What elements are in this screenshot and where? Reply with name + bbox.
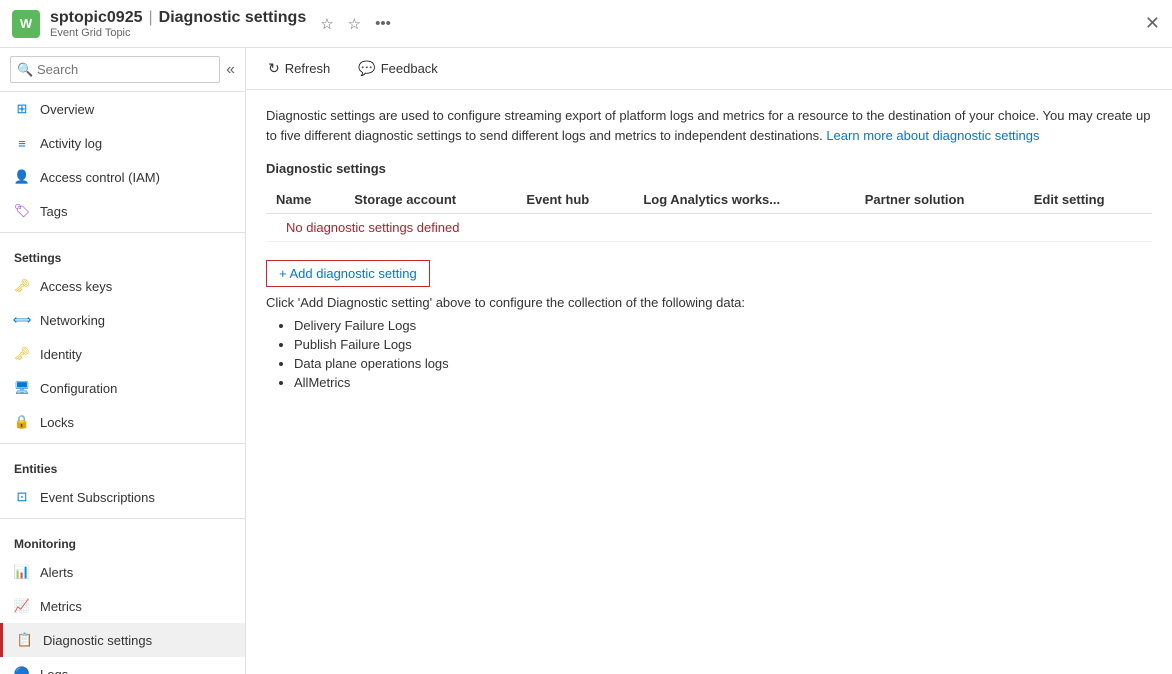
sidebar-label-event-subscriptions: Event Subscriptions: [40, 490, 155, 505]
sidebar-item-activity-log[interactable]: ≡ Activity log: [0, 126, 245, 160]
sidebar-label-alerts: Alerts: [40, 565, 73, 580]
sidebar-item-networking[interactable]: ⟺ Networking: [0, 303, 245, 337]
sidebar-label-configuration: Configuration: [40, 381, 117, 396]
event-subscriptions-icon: ⊡: [14, 489, 30, 505]
feedback-button[interactable]: 💬 Feedback: [352, 56, 444, 81]
divider-monitoring: [0, 518, 245, 519]
resource-icon-text: W: [20, 16, 32, 31]
more-options-icon[interactable]: •••: [371, 13, 395, 34]
sidebar-label-tags: Tags: [40, 204, 67, 219]
divider-entities: [0, 443, 245, 444]
tags-icon: 🏷: [14, 203, 30, 219]
metrics-icon: 📈: [14, 598, 30, 614]
feedback-icon: 💬: [358, 60, 375, 77]
sidebar-label-activity-log: Activity log: [40, 136, 102, 151]
sidebar-label-networking: Networking: [40, 313, 105, 328]
sidebar-item-metrics[interactable]: 📈 Metrics: [0, 589, 245, 623]
sidebar-item-tags[interactable]: 🏷 Tags: [0, 194, 245, 228]
favorite-icon[interactable]: ☆: [316, 13, 337, 35]
locks-icon: 🔒: [14, 414, 30, 430]
diagnostic-settings-section-title: Diagnostic settings: [266, 161, 1152, 176]
sidebar-item-locks[interactable]: 🔒 Locks: [0, 405, 245, 439]
search-icon: 🔍: [17, 62, 33, 78]
add-diagnostic-setting-label: + Add diagnostic setting: [279, 266, 417, 281]
toolbar: ↻ Refresh 💬 Feedback: [246, 48, 1172, 90]
list-item-data-plane: Data plane operations logs: [294, 356, 1152, 371]
sidebar-item-iam[interactable]: 👤 Access control (IAM): [0, 160, 245, 194]
sidebar-label-logs: Logs: [40, 667, 68, 674]
list-item-publish: Publish Failure Logs: [294, 337, 1152, 352]
activity-log-icon: ≡: [14, 135, 30, 151]
info-description: Diagnostic settings are used to configur…: [266, 106, 1152, 145]
sidebar: 🔍 « ⊞ Overview ≡ Activity log 👤 Access c…: [0, 48, 246, 674]
sidebar-item-alerts[interactable]: 📊 Alerts: [0, 555, 245, 589]
main-layout: 🔍 « ⊞ Overview ≡ Activity log 👤 Access c…: [0, 48, 1172, 674]
list-item-delivery: Delivery Failure Logs: [294, 318, 1152, 333]
configuration-icon: 🖥: [14, 380, 30, 396]
sidebar-collapse-button[interactable]: «: [226, 61, 235, 79]
sidebar-item-identity[interactable]: 🗝 Identity: [0, 337, 245, 371]
col-name: Name: [266, 186, 344, 214]
col-storage: Storage account: [344, 186, 516, 214]
iam-icon: 👤: [14, 169, 30, 185]
no-settings-text: No diagnostic settings defined: [276, 212, 469, 243]
col-partner: Partner solution: [855, 186, 1024, 214]
refresh-button[interactable]: ↻ Refresh: [262, 56, 336, 81]
sidebar-item-access-keys[interactable]: 🗝 Access keys: [0, 269, 245, 303]
sidebar-item-configuration[interactable]: 🖥 Configuration: [0, 371, 245, 405]
entities-section-label: Entities: [0, 448, 245, 480]
sidebar-label-metrics: Metrics: [40, 599, 82, 614]
content-panel: ↻ Refresh 💬 Feedback Diagnostic settings…: [246, 48, 1172, 674]
sidebar-item-overview[interactable]: ⊞ Overview: [0, 92, 245, 126]
title-group: sptopic0925 | Diagnostic settings Event …: [50, 9, 306, 39]
learn-more-link[interactable]: Learn more about diagnostic settings: [826, 128, 1039, 143]
sidebar-label-identity: Identity: [40, 347, 82, 362]
no-settings-row: No diagnostic settings defined: [266, 214, 1152, 242]
search-input[interactable]: [10, 56, 220, 83]
resource-icon: W: [12, 10, 40, 38]
identity-icon: 🗝: [14, 346, 30, 362]
resource-name: sptopic0925: [50, 9, 142, 27]
networking-icon: ⟺: [14, 312, 30, 328]
logs-icon: 🔵: [14, 666, 30, 674]
diagnostic-settings-icon: 📋: [17, 632, 33, 648]
sidebar-label-overview: Overview: [40, 102, 94, 117]
search-wrap: 🔍: [10, 56, 220, 83]
refresh-label: Refresh: [285, 61, 331, 76]
alerts-icon: 📊: [14, 564, 30, 580]
sidebar-label-access-keys: Access keys: [40, 279, 112, 294]
collection-list: Delivery Failure Logs Publish Failure Lo…: [266, 318, 1152, 390]
sidebar-label-diagnostic-settings: Diagnostic settings: [43, 633, 152, 648]
col-edit: Edit setting: [1024, 186, 1152, 214]
title-separator: |: [148, 9, 152, 27]
content-body: Diagnostic settings are used to configur…: [246, 90, 1172, 674]
overview-icon: ⊞: [14, 101, 30, 117]
divider-settings: [0, 232, 245, 233]
sidebar-item-diagnostic-settings[interactable]: 📋 Diagnostic settings: [0, 623, 245, 657]
close-button[interactable]: ✕: [1145, 13, 1160, 34]
settings-section-label: Settings: [0, 237, 245, 269]
monitoring-section-label: Monitoring: [0, 523, 245, 555]
access-keys-icon: 🗝: [14, 278, 30, 294]
sidebar-label-locks: Locks: [40, 415, 74, 430]
diagnostic-settings-table: Name Storage account Event hub Log Analy…: [266, 186, 1152, 242]
resource-type: Event Grid Topic: [50, 27, 306, 39]
title-actions: ☆ ☆ •••: [316, 13, 395, 35]
feedback-label: Feedback: [381, 61, 438, 76]
col-event-hub: Event hub: [516, 186, 633, 214]
page-title: Diagnostic settings: [159, 9, 307, 27]
sidebar-label-iam: Access control (IAM): [40, 170, 160, 185]
list-item-allmetrics: AllMetrics: [294, 375, 1152, 390]
sidebar-item-logs[interactable]: 🔵 Logs: [0, 657, 245, 674]
title-bar: W sptopic0925 | Diagnostic settings Even…: [0, 0, 1172, 48]
add-diagnostic-setting-button[interactable]: + Add diagnostic setting: [266, 260, 430, 287]
collection-intro-text: Click 'Add Diagnostic setting' above to …: [266, 295, 1152, 310]
sidebar-item-event-subscriptions[interactable]: ⊡ Event Subscriptions: [0, 480, 245, 514]
refresh-icon: ↻: [268, 60, 280, 77]
col-log-analytics: Log Analytics works...: [633, 186, 854, 214]
bookmark-icon[interactable]: ☆: [344, 13, 365, 35]
